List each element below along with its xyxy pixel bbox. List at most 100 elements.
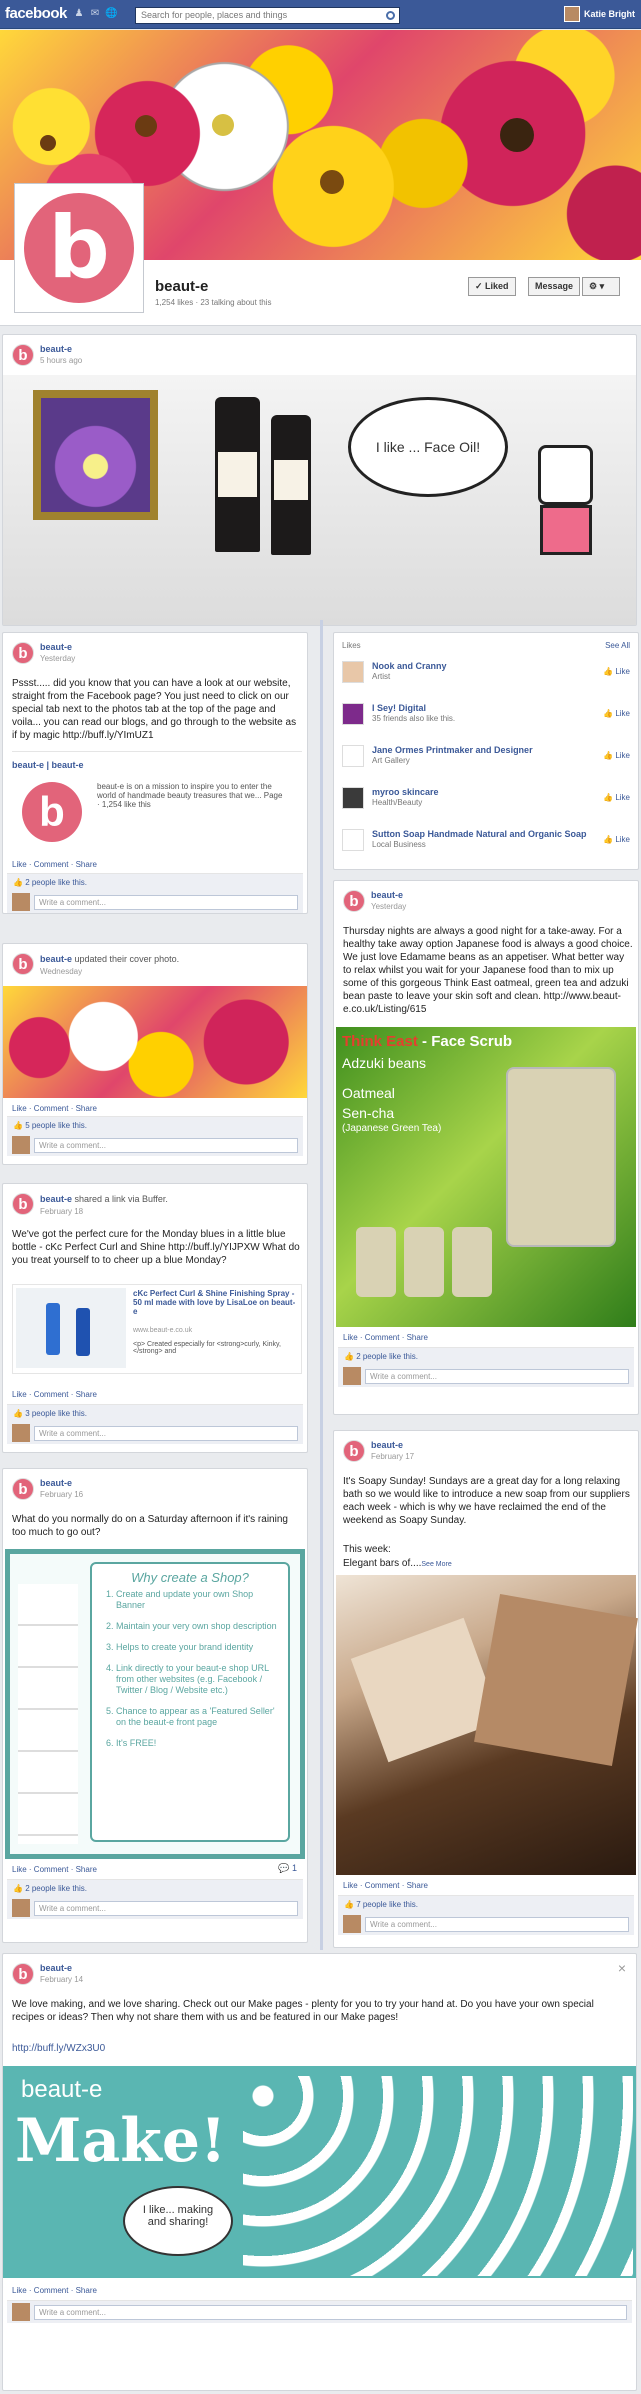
page-name[interactable]: Nook and Cranny <box>372 661 447 671</box>
like-link[interactable]: Like <box>12 1390 27 1399</box>
share-link[interactable]: Share <box>407 1333 428 1342</box>
likes-count[interactable]: 👍 3 people like this. <box>7 1405 303 1422</box>
post-date[interactable]: February 18 <box>40 1207 168 1216</box>
comment-link[interactable]: Comment <box>34 1390 69 1399</box>
friend-requests-icon[interactable]: ♟ <box>73 8 85 20</box>
post-author[interactable]: beaut-e <box>371 890 406 900</box>
avatar[interactable]: b <box>343 1440 365 1462</box>
sidebar-page-item[interactable]: myroo skincare Health/Beauty 👍 Like <box>342 783 630 819</box>
see-all-link[interactable]: See All <box>605 641 630 650</box>
comment-link[interactable]: Comment <box>365 1881 400 1890</box>
comment-link[interactable]: Comment <box>34 1104 69 1113</box>
like-page-button[interactable]: 👍 Like <box>603 667 630 676</box>
like-link[interactable]: Like <box>12 860 27 869</box>
avatar[interactable]: b <box>343 890 365 912</box>
comment-link[interactable]: Comment <box>34 1865 69 1874</box>
post-author[interactable]: beaut-e <box>40 1194 72 1204</box>
post-date[interactable]: February 14 <box>40 1975 83 1984</box>
cover-photo-thumbnail[interactable] <box>3 986 307 1098</box>
like-link[interactable]: Like <box>343 1333 358 1342</box>
sidebar-page-item[interactable]: Sutton Soap Handmade Natural and Organic… <box>342 825 630 861</box>
soap-image[interactable] <box>336 1575 638 1875</box>
post-date[interactable]: February 16 <box>40 1490 83 1499</box>
avatar[interactable]: b <box>12 344 34 366</box>
link-preview[interactable]: beaut-e | beaut-e b beaut-e is on a miss… <box>12 751 302 851</box>
comment-input[interactable]: Write a comment... <box>34 1137 298 1153</box>
comment-input[interactable]: Write a comment... <box>34 2304 627 2320</box>
post-author[interactable]: beaut-e <box>40 954 72 964</box>
avatar[interactable]: b <box>12 953 34 975</box>
post-author[interactable]: beaut-e <box>40 1963 83 1973</box>
post-link[interactable]: http://buff.ly/WZx3U0 <box>12 2042 105 2055</box>
comment-input[interactable]: Write a comment... <box>365 1368 629 1384</box>
sidebar-page-item[interactable]: I Sey! Digital 35 friends also like this.… <box>342 699 630 735</box>
post-date[interactable]: Yesterday <box>371 902 406 911</box>
page-name[interactable]: Sutton Soap Handmade Natural and Organic… <box>372 829 587 839</box>
make-image[interactable]: beaut-e Make! I like... making and shari… <box>3 2066 636 2278</box>
think-east-image[interactable]: Think East - Face Scrub Adzuki beans Oat… <box>336 1027 636 1327</box>
shop-image[interactable]: Why create a Shop? Create and update you… <box>5 1549 305 1859</box>
link-title[interactable]: cKc Perfect Curl & Shine Finishing Spray… <box>133 1289 298 1316</box>
avatar[interactable]: b <box>12 642 34 664</box>
comment-input[interactable]: Write a comment... <box>34 1900 298 1916</box>
like-link[interactable]: Like <box>12 2286 27 2295</box>
sidebar-page-item[interactable]: Jane Ormes Printmaker and Designer Art Ga… <box>342 741 630 777</box>
post-date[interactable]: February 17 <box>371 1452 414 1461</box>
like-link[interactable]: Like <box>343 1881 358 1890</box>
likes-count[interactable]: 👍 2 people like this. <box>7 1880 303 1897</box>
link-title[interactable]: beaut-e | beaut-e <box>12 760 302 770</box>
comment-input[interactable]: Write a comment... <box>34 894 298 910</box>
liked-button[interactable]: ✓ Liked <box>468 277 516 296</box>
profile-picture[interactable]: b <box>14 183 144 313</box>
page-title[interactable]: beaut-e <box>155 278 208 295</box>
page-name[interactable]: myroo skincare <box>372 787 439 797</box>
message-button[interactable]: Message <box>528 277 581 296</box>
avatar[interactable]: b <box>12 1193 34 1215</box>
likes-count[interactable]: 👍 7 people like this. <box>338 1896 634 1913</box>
page-name[interactable]: I Sey! Digital <box>372 703 426 713</box>
post-author[interactable]: beaut-e <box>371 1440 414 1450</box>
post-date[interactable]: Wednesday <box>40 967 179 976</box>
like-page-button[interactable]: 👍 Like <box>603 709 630 718</box>
comment-count[interactable]: 💬 1 <box>278 1863 297 1874</box>
likes-count[interactable]: 👍 2 people like this. <box>338 1348 634 1365</box>
user-profile-link[interactable]: Katie Bright <box>563 6 635 22</box>
post-date[interactable]: 5 hours ago <box>40 356 82 365</box>
messages-icon[interactable]: ✉ <box>89 8 101 20</box>
avatar[interactable]: b <box>12 1963 34 1985</box>
avatar[interactable]: b <box>12 1478 34 1500</box>
link-preview[interactable]: cKc Perfect Curl & Shine Finishing Spray… <box>12 1284 302 1374</box>
like-page-button[interactable]: 👍 Like <box>603 835 630 844</box>
see-more-link[interactable]: See More <box>421 1561 451 1568</box>
post-author[interactable]: beaut-e <box>40 1478 83 1488</box>
share-link[interactable]: Share <box>76 860 97 869</box>
post-author[interactable]: beaut-e <box>40 642 75 652</box>
likes-count[interactable]: 👍 2 people like this. <box>7 874 303 891</box>
like-page-button[interactable]: 👍 Like <box>603 751 630 760</box>
comment-link[interactable]: Comment <box>34 2286 69 2295</box>
share-link[interactable]: Share <box>76 1865 97 1874</box>
likes-count[interactable]: 👍 5 people like this. <box>7 1117 303 1134</box>
sidebar-page-item[interactable]: Nook and Cranny Artist 👍 Like <box>342 657 630 693</box>
post-date[interactable]: Yesterday <box>40 654 75 663</box>
close-icon[interactable]: × <box>618 1960 626 1976</box>
share-link[interactable]: Share <box>76 1104 97 1113</box>
post-author[interactable]: beaut-e <box>40 344 82 354</box>
search-input[interactable]: Search for people, places and things <box>135 7 400 24</box>
settings-gear-button[interactable]: ⚙ ▾ <box>582 277 620 296</box>
comment-input[interactable]: Write a comment... <box>34 1425 298 1441</box>
like-link[interactable]: Like <box>12 1865 27 1874</box>
share-link[interactable]: Share <box>76 1390 97 1399</box>
comment-link[interactable]: Comment <box>365 1333 400 1342</box>
share-link[interactable]: Share <box>407 1881 428 1890</box>
comment-input[interactable]: Write a comment... <box>365 1916 629 1932</box>
face-oil-image[interactable]: I like ... Face Oil! <box>3 375 636 625</box>
like-page-button[interactable]: 👍 Like <box>603 793 630 802</box>
facebook-logo[interactable]: facebook <box>5 5 67 22</box>
share-link[interactable]: Share <box>76 2286 97 2295</box>
page-name[interactable]: Jane Ormes Printmaker and Designer <box>372 745 533 755</box>
comment-link[interactable]: Comment <box>34 860 69 869</box>
search-icon[interactable] <box>386 11 395 20</box>
like-link[interactable]: Like <box>12 1104 27 1113</box>
notifications-icon[interactable]: 🌐 <box>105 8 117 20</box>
